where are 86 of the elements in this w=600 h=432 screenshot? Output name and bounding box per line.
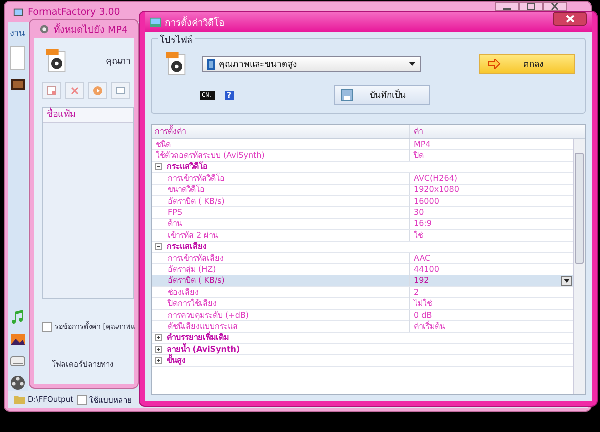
expand-icon[interactable] <box>155 346 162 353</box>
cross-icon <box>70 86 80 96</box>
window-icon <box>116 86 126 96</box>
property-name: ช่องเสียง <box>152 286 410 298</box>
property-row[interactable]: FPS 30 <box>152 207 573 219</box>
property-value: ปิด <box>412 150 425 162</box>
column-header[interactable]: การตั้งค่า <box>152 125 410 138</box>
property-name: ปิดการใช้เสียง <box>152 298 410 310</box>
property-name: FPS <box>152 207 410 218</box>
property-name: ด้าน <box>152 218 410 230</box>
property-row[interactable]: ช่องเสียง 2 <box>152 287 573 298</box>
property-value: AAC <box>413 252 432 264</box>
group-label[interactable]: กระแสวิดีโอ <box>167 160 208 174</box>
property-name: การเข้ารหัสวิดีโอ <box>152 172 410 184</box>
group-label[interactable]: กระแสเสียง <box>167 240 207 254</box>
maximize-icon <box>527 3 535 10</box>
property-name: ดัชนีเสียงแบบกระแส <box>152 320 410 332</box>
property-row[interactable]: ด้าน 16:9 <box>152 218 573 230</box>
window-title: การตั้งค่าวิดีโอ <box>165 15 225 30</box>
caret-icon <box>564 278 570 283</box>
property-row[interactable]: การเข้ารหัสเสียง AAC <box>152 252 573 264</box>
property-row[interactable]: อัตราบิต ( KB/s) 16000 <box>152 196 573 208</box>
dropdown-button[interactable] <box>561 276 572 286</box>
property-name: ชนิด <box>152 138 410 150</box>
close-button[interactable] <box>553 12 587 26</box>
column-header[interactable]: ชื่อแฟ้ม <box>43 108 133 123</box>
menu-tab[interactable]: งาน <box>10 26 25 40</box>
checkbox[interactable] <box>76 394 87 404</box>
property-name: เข้ารหัส 2 ผ่าน <box>152 230 410 241</box>
property-row[interactable]: อัตราบิต ( KB/s) 192 <box>152 276 573 288</box>
video-file-icon <box>46 48 68 74</box>
column-header[interactable]: ค่า <box>410 125 585 138</box>
property-value: 44100 <box>413 264 440 275</box>
property-value: ไม่ใช่ <box>412 298 433 310</box>
file-plus-icon <box>46 86 56 96</box>
profile-dropdown[interactable]: คุณภาพและขนาดสูง <box>202 56 422 72</box>
ok-button[interactable]: ตกลง <box>479 54 575 74</box>
property-row[interactable]: ปิดการใช้เสียง ไม่ใช่ <box>152 298 573 310</box>
property-row[interactable]: ขนาดวิดีโอ 1920x1080 <box>152 184 573 196</box>
play-icon <box>92 86 102 96</box>
quality-label: คุณภา <box>106 56 131 68</box>
save-as-button[interactable]: บันทึกเป็น <box>334 85 430 105</box>
help-badge[interactable]: ? <box>224 90 234 100</box>
video-file-icon <box>166 51 188 77</box>
property-value: 192 <box>410 275 573 286</box>
checkbox[interactable] <box>42 322 52 332</box>
property-value: 16:9 <box>413 218 433 230</box>
property-value: 1920x1080 <box>413 184 460 196</box>
close-button[interactable] <box>543 2 567 11</box>
property-value: 30 <box>413 207 426 218</box>
property-name: การเข้ารหัสเสียง <box>152 252 410 264</box>
property-value: 0 dB <box>413 310 434 321</box>
property-row[interactable]: ชนิด MP4 <box>152 139 573 150</box>
collapse-icon[interactable] <box>155 163 162 170</box>
minimize-button[interactable] <box>495 2 519 11</box>
property-value: 2 <box>413 286 420 298</box>
close-icon <box>566 15 574 23</box>
collapse-icon[interactable] <box>155 243 162 250</box>
property-name: อัตราบิต ( KB/s) <box>152 275 410 286</box>
maximize-button[interactable] <box>519 2 543 11</box>
window-title: ทั้งหมดไปยัง MP4 <box>54 22 128 36</box>
property-value: ค่าเริ่มต้น <box>413 320 446 332</box>
expand-icon[interactable] <box>155 334 162 342</box>
scrollbar-thumb[interactable] <box>575 153 584 264</box>
group-label[interactable]: ขั้นสูง <box>167 354 186 368</box>
film-reel-icon[interactable] <box>10 375 26 391</box>
property-value: ใช่ <box>413 230 424 241</box>
property-value: AVC(H264) <box>413 172 459 184</box>
property-value: MP4 <box>413 138 432 150</box>
arrow-icon <box>488 59 502 69</box>
scrollbar[interactable] <box>573 139 585 394</box>
caret-icon <box>409 62 416 66</box>
property-name: ใช้ตัวถอดรหัสระบบ (AviSynth) <box>152 150 410 162</box>
picture-icon <box>150 16 161 28</box>
folder-icon <box>14 395 25 404</box>
property-name: อัตราบิต ( KB/s) <box>152 196 410 207</box>
property-row[interactable]: การเข้ารหัสวิดีโอ AVC(H264) <box>152 173 573 185</box>
close-icon <box>551 3 559 10</box>
expand-icon[interactable] <box>155 357 162 364</box>
window-title: FormatFactory 3.00 <box>28 6 120 18</box>
property-value: 16000 <box>413 196 440 207</box>
property-name: การควบคุมระดับ (+dB) <box>152 310 410 321</box>
property-row[interactable]: การควบคุมระดับ (+dB) 0 dB <box>152 310 573 322</box>
picture-icon[interactable] <box>10 331 26 347</box>
property-name: ขนาดวิดีโอ <box>152 184 410 196</box>
group-label[interactable]: คำบรรยายเพิ่มเติม <box>167 331 229 344</box>
